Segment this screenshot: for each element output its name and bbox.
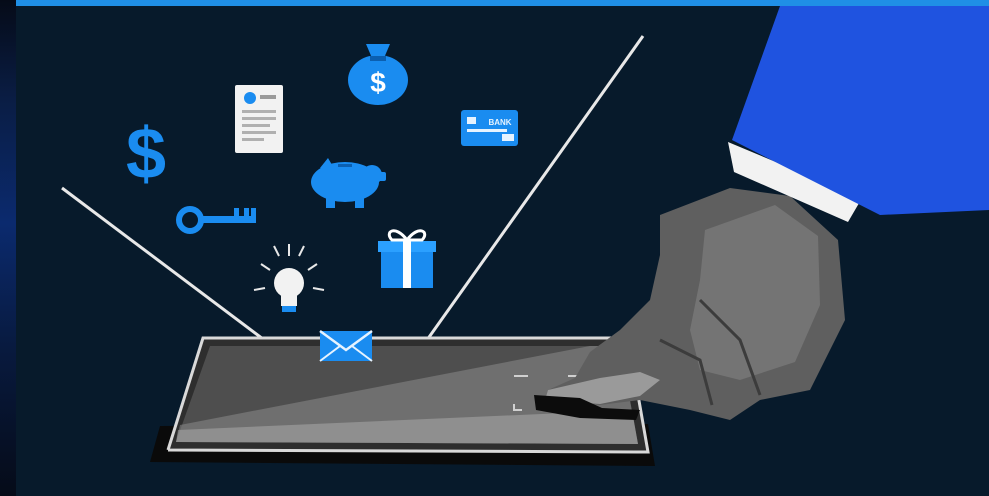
hand-illustration [534, 188, 845, 420]
lightbulb-icon [253, 244, 325, 312]
bank-card-icon: BANK [461, 110, 518, 146]
gift-icon [378, 229, 436, 288]
money-bag-symbol: $ [370, 67, 386, 98]
money-bag-icon: $ [348, 44, 408, 105]
light-beam-right [398, 35, 645, 379]
document-icon [235, 85, 283, 153]
envelope-icon [319, 329, 373, 362]
card-bank-label: BANK [488, 118, 511, 127]
piggy-bank-icon [311, 158, 386, 208]
dollar-icon: $ [126, 114, 166, 194]
illustration-frame: $ $ BANK [0, 0, 989, 496]
key-icon [176, 206, 256, 234]
scene-illustration: $ $ BANK [61, 6, 989, 466]
